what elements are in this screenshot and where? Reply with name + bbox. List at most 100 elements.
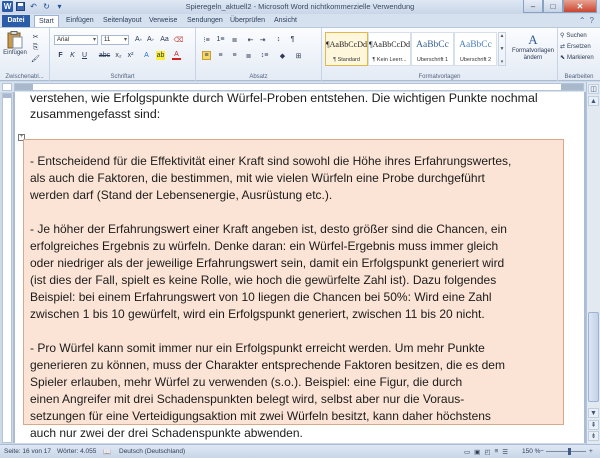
- tab-start[interactable]: Start: [34, 15, 59, 27]
- font-color-icon[interactable]: A: [172, 51, 181, 60]
- tab-references[interactable]: Verweise: [145, 15, 181, 27]
- clipboard-icon: [7, 31, 23, 49]
- minimize-ribbon-icon[interactable]: ⌃: [579, 16, 586, 25]
- strikethrough-icon[interactable]: abc: [99, 51, 110, 60]
- copy-icon[interactable]: ⎘: [31, 43, 40, 52]
- language-indicator[interactable]: Deutsch (Deutschland): [119, 448, 185, 455]
- style-heading-1[interactable]: AaBbCc Überschrift 1: [411, 32, 454, 66]
- shrink-font-icon[interactable]: A ˅: [146, 35, 155, 44]
- align-center-icon[interactable]: ≡: [216, 51, 225, 60]
- paste-button[interactable]: Einfügen: [3, 31, 27, 56]
- italic-icon[interactable]: K: [68, 51, 77, 60]
- change-styles-label: Formatvorlagen ändern: [511, 48, 555, 61]
- horizontal-ruler[interactable]: [14, 83, 584, 91]
- help-icon[interactable]: ?: [590, 16, 594, 25]
- tab-mailings[interactable]: Sendungen: [183, 15, 227, 27]
- justify-icon[interactable]: ≣: [244, 51, 253, 60]
- ruler-toggle-icon[interactable]: ◫: [588, 84, 599, 94]
- print-layout-view-icon[interactable]: ▭: [464, 448, 470, 456]
- change-styles-button[interactable]: A Formatvorlagen ändern: [510, 32, 556, 62]
- full-screen-view-icon[interactable]: ▣: [474, 448, 480, 456]
- show-formatting-icon[interactable]: ¶: [288, 35, 297, 44]
- align-left-icon[interactable]: ≡: [202, 51, 211, 60]
- zoom-in-icon[interactable]: +: [589, 448, 593, 455]
- align-right-icon[interactable]: ≡: [230, 51, 239, 60]
- outline-view-icon[interactable]: ≡: [494, 448, 498, 456]
- change-case-icon[interactable]: Aa: [160, 35, 169, 44]
- spellcheck-icon[interactable]: 📖: [103, 448, 111, 456]
- sort-icon[interactable]: ↕: [274, 35, 283, 44]
- zoom-slider-thumb[interactable]: [568, 448, 571, 455]
- bullets-icon[interactable]: ⁝≡: [202, 35, 211, 44]
- vertical-scrollbar[interactable]: ◫ ▲ ▼ ⇞ ⇟: [586, 82, 600, 444]
- vertical-ruler[interactable]: [2, 93, 12, 443]
- style-standard-name: ¶ Standard: [333, 57, 360, 63]
- document-area[interactable]: verstehen, wie Erfolgspunkte durch Würfe…: [13, 92, 586, 443]
- view-buttons: ▭ ▣ ◰ ≡ ☰: [464, 448, 508, 456]
- find-button[interactable]: ⚲ Suchen: [560, 31, 587, 40]
- scroll-up-icon[interactable]: ▲: [588, 96, 599, 106]
- borders-icon[interactable]: ⊞: [294, 51, 303, 60]
- bold-icon[interactable]: F: [56, 51, 65, 60]
- web-layout-view-icon[interactable]: ◰: [484, 448, 490, 456]
- select-button[interactable]: ⬉ Markieren: [560, 53, 594, 62]
- shading-icon[interactable]: ◆: [278, 51, 287, 60]
- scroll-thumb[interactable]: [588, 312, 599, 402]
- replace-button[interactable]: ⇄ Ersetzen: [560, 42, 591, 51]
- zoom-slider[interactable]: [546, 451, 586, 452]
- highlighted-textbox[interactable]: - Entscheidend für die Effektivität eine…: [23, 139, 564, 440]
- underline-icon[interactable]: U: [80, 51, 89, 60]
- tab-selector[interactable]: [2, 83, 12, 91]
- maximize-button[interactable]: □: [543, 0, 563, 13]
- grow-font-icon[interactable]: A ˄: [134, 35, 143, 44]
- cursor-icon: ⬉: [560, 55, 566, 61]
- tab-file[interactable]: Datei: [2, 15, 30, 27]
- styles-up-icon[interactable]: ▲: [500, 33, 505, 39]
- style-standard[interactable]: ¶AaBbCcDd ¶ Standard: [325, 32, 368, 66]
- textbox-line: - Je höher der Erfahrungswert einer Kraf…: [30, 222, 507, 236]
- line-spacing-icon[interactable]: ↕≡: [260, 51, 269, 60]
- styles-scroll[interactable]: ▲ ▼ ▾: [498, 32, 506, 66]
- style-standard-sample: ¶AaBbCcDd: [326, 40, 367, 49]
- editing-group-label: Bearbeiten: [564, 74, 594, 80]
- multilevel-list-icon[interactable]: ≣: [230, 35, 239, 44]
- style-heading-2[interactable]: AaBbCc Überschrift 2: [454, 32, 497, 66]
- subscript-icon[interactable]: x₂: [114, 51, 123, 60]
- styles-more-icon[interactable]: ▾: [501, 59, 504, 65]
- textbox-line: setzungen für eine Verteidigungsaktion m…: [30, 409, 491, 423]
- page-indicator[interactable]: Seite: 16 von 17: [4, 448, 51, 455]
- next-page-icon[interactable]: ⇟: [588, 431, 599, 441]
- word-count[interactable]: Wörter: 4.055: [57, 448, 96, 455]
- intro-line-1: verstehen, wie Erfolgspunkte durch Würfe…: [30, 92, 538, 105]
- increase-indent-icon[interactable]: ⇥: [258, 35, 267, 44]
- cut-icon[interactable]: ✂: [31, 32, 40, 41]
- ruler-row: [0, 82, 600, 92]
- numbering-icon[interactable]: 1≡: [216, 35, 225, 44]
- previous-page-icon[interactable]: ⇞: [588, 420, 599, 430]
- font-size-select[interactable]: 11: [101, 35, 129, 45]
- tab-review[interactable]: Überprüfen: [226, 15, 269, 27]
- textbox-line: als auch die Faktoren, die bestimmen, mi…: [30, 171, 485, 185]
- font-name-select[interactable]: Arial: [54, 35, 98, 45]
- tab-page-layout[interactable]: Seitenlayout: [99, 15, 146, 27]
- styles-down-icon[interactable]: ▼: [500, 46, 505, 52]
- document-page[interactable]: verstehen, wie Erfolgspunkte durch Würfe…: [15, 92, 584, 443]
- format-painter-icon[interactable]: 🖌: [31, 54, 40, 63]
- style-no-spacing-sample: ¶AaBbCcDd: [369, 40, 410, 49]
- zoom-level[interactable]: 150 %: [522, 448, 540, 455]
- decrease-indent-icon[interactable]: ⇤: [246, 35, 255, 44]
- highlight-icon[interactable]: ab: [156, 51, 165, 60]
- minimize-button[interactable]: –: [523, 0, 543, 13]
- zoom-out-icon[interactable]: −: [540, 448, 544, 455]
- tab-view[interactable]: Ansicht: [270, 15, 301, 27]
- paste-label: Einfügen: [3, 50, 27, 56]
- clear-formatting-icon[interactable]: ⌫: [174, 35, 184, 44]
- font-group: Arial 11 A˄ A˅ Aa ⌫ F K U abc x₂ x² A ab…: [50, 28, 196, 81]
- superscript-icon[interactable]: x²: [126, 51, 135, 60]
- draft-view-icon[interactable]: ☰: [502, 448, 508, 456]
- tab-insert[interactable]: Einfügen: [62, 15, 98, 27]
- close-button[interactable]: ✕: [563, 0, 597, 13]
- style-no-spacing[interactable]: ¶AaBbCcDd ¶ Kein Leerr...: [368, 32, 411, 66]
- scroll-down-icon[interactable]: ▼: [588, 408, 599, 418]
- text-effects-icon[interactable]: A: [142, 51, 151, 60]
